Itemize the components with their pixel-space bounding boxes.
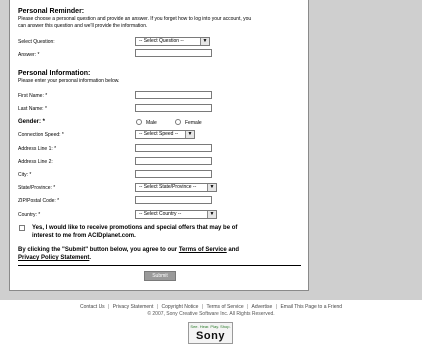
info-title: Personal Information: bbox=[18, 70, 91, 77]
reminder-description: Please choose a personal question and pr… bbox=[18, 16, 252, 29]
first-name-label: First Name: * bbox=[18, 93, 48, 99]
terms-of-service-link[interactable]: Terms of Service bbox=[179, 247, 227, 253]
zip-label: ZIP/Postal Code: * bbox=[18, 198, 60, 204]
chevron-down-icon: ▼ bbox=[200, 38, 209, 45]
footer-link-copyright[interactable]: Copyright Notice bbox=[161, 304, 198, 310]
sony-logo-badge[interactable]: See. Hear. Play. Shop. Sony bbox=[188, 322, 233, 344]
city-label: City: * bbox=[18, 172, 32, 178]
footer-link-email-friend[interactable]: Email This Page to a Friend bbox=[280, 304, 342, 310]
submit-button[interactable]: Submit bbox=[144, 271, 176, 281]
question-select[interactable]: -- Select Question -- ▼ bbox=[135, 37, 210, 46]
answer-label: Answer: * bbox=[18, 52, 40, 58]
copyright-text: © 2007, Sony Creative Software Inc. All … bbox=[147, 311, 275, 317]
question-label: Select Question: bbox=[18, 39, 55, 45]
page-background: Personal Reminder: Please choose a perso… bbox=[0, 0, 422, 300]
gender-female-label: Female bbox=[185, 120, 202, 126]
country-label: Country: * bbox=[18, 212, 41, 218]
address2-input[interactable] bbox=[135, 157, 212, 165]
city-input[interactable] bbox=[135, 170, 212, 178]
gender-male-radio[interactable] bbox=[136, 119, 142, 125]
country-select[interactable]: -- Select Country -- ▼ bbox=[135, 210, 217, 219]
address2-label: Address Line 2: bbox=[18, 159, 53, 165]
chevron-down-icon: ▼ bbox=[207, 211, 216, 218]
footer-link-advertise[interactable]: Advertise bbox=[252, 304, 273, 310]
chevron-down-icon: ▼ bbox=[207, 184, 216, 191]
footer-link-terms[interactable]: Terms of Service bbox=[206, 304, 243, 310]
promotions-text: Yes, I would like to receive promotions … bbox=[32, 225, 238, 239]
speed-label: Connection Speed: * bbox=[18, 132, 64, 138]
answer-input[interactable] bbox=[135, 49, 212, 57]
sony-logo: Sony bbox=[196, 330, 225, 342]
sony-tagline: See. Hear. Play. Shop. bbox=[190, 324, 231, 329]
chevron-down-icon: ▼ bbox=[185, 131, 194, 138]
footer-links: Contact Us | Privacy Statement | Copyrig… bbox=[79, 304, 343, 310]
state-select[interactable]: -- Select State/Province -- ▼ bbox=[135, 183, 217, 192]
address1-input[interactable] bbox=[135, 144, 212, 152]
reminder-title: Personal Reminder: bbox=[18, 8, 85, 15]
last-name-input[interactable] bbox=[135, 104, 212, 112]
gender-label: Gender: * bbox=[18, 119, 46, 125]
state-label: State/Province: * bbox=[18, 185, 56, 191]
first-name-input[interactable] bbox=[135, 91, 212, 99]
promotions-checkbox[interactable] bbox=[19, 225, 25, 231]
zip-input[interactable] bbox=[135, 196, 212, 204]
info-description: Please enter your personal information b… bbox=[18, 78, 120, 84]
footer-link-privacy[interactable]: Privacy Statement bbox=[113, 304, 154, 310]
address1-label: Address Line 1: * bbox=[18, 146, 57, 152]
form-divider bbox=[18, 265, 301, 266]
registration-form-panel: Personal Reminder: Please choose a perso… bbox=[9, 0, 309, 291]
gender-male-label: Male bbox=[146, 120, 157, 126]
gender-female-radio[interactable] bbox=[175, 119, 181, 125]
terms-text: By clicking the "Submit" button below, y… bbox=[18, 247, 240, 261]
privacy-policy-link[interactable]: Privacy Policy Statement bbox=[18, 255, 89, 261]
last-name-label: Last Name: * bbox=[18, 106, 47, 112]
speed-select[interactable]: -- Select Speed -- ▼ bbox=[135, 130, 195, 139]
footer-link-contact[interactable]: Contact Us bbox=[80, 304, 105, 310]
